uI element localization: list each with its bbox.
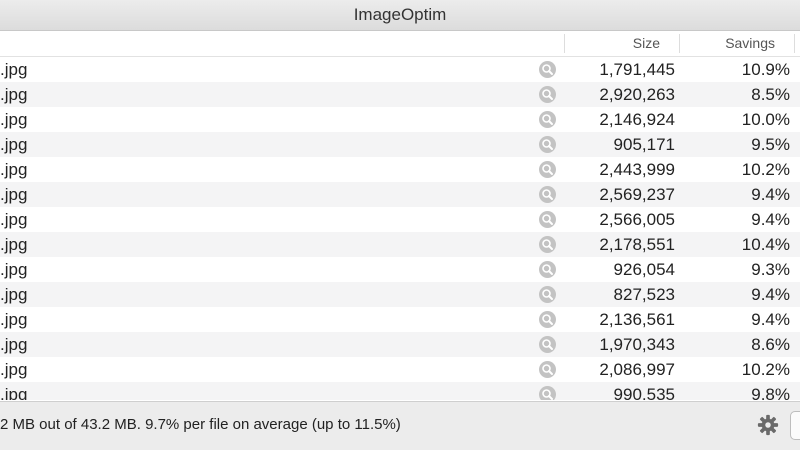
file-size: 2,920,263 xyxy=(599,85,675,104)
partial-button[interactable] xyxy=(790,411,800,440)
file-size: 2,136,561 xyxy=(599,310,675,329)
column-separator xyxy=(564,34,565,53)
table-row[interactable]: .jpg 905,171 9.5% xyxy=(0,132,800,157)
file-name: .jpg xyxy=(0,185,28,204)
magnifier-icon[interactable] xyxy=(539,361,556,378)
file-name: .jpg xyxy=(0,360,28,379)
file-size: 827,523 xyxy=(613,285,675,304)
magnifier-icon[interactable] xyxy=(539,311,556,328)
column-header-savings[interactable]: Savings xyxy=(681,31,775,56)
file-savings: 9.4% xyxy=(751,185,790,204)
file-savings: 10.2% xyxy=(741,360,790,379)
file-name: .jpg xyxy=(0,260,28,279)
magnifier-icon[interactable] xyxy=(539,161,556,178)
magnifier-icon[interactable] xyxy=(539,136,556,153)
file-size: 990,535 xyxy=(613,385,675,400)
file-name: .jpg xyxy=(0,210,28,229)
file-size: 2,086,997 xyxy=(599,360,675,379)
table-row[interactable]: .jpg 1,970,343 8.6% xyxy=(0,332,800,357)
table-row[interactable]: .jpg 2,178,551 10.4% xyxy=(0,232,800,257)
status-bar: 2 MB out of 43.2 MB. 9.7% per file on av… xyxy=(0,401,800,450)
column-separator xyxy=(794,34,795,53)
magnifier-icon[interactable] xyxy=(539,211,556,228)
app-window: ImageOptim Size Savings .jpg 1,791,445 10.… xyxy=(0,0,800,450)
file-size: 2,178,551 xyxy=(599,235,675,254)
table-row[interactable]: .jpg 926,054 9.3% xyxy=(0,257,800,282)
table-row[interactable]: .jpg 827,523 9.4% xyxy=(0,282,800,307)
file-savings: 9.3% xyxy=(751,260,790,279)
table-row[interactable]: .jpg 2,920,263 8.5% xyxy=(0,82,800,107)
file-savings: 9.4% xyxy=(751,310,790,329)
file-savings: 9.5% xyxy=(751,135,790,154)
file-size: 926,054 xyxy=(613,260,675,279)
file-savings: 10.9% xyxy=(741,60,790,79)
file-size: 1,970,343 xyxy=(599,335,675,354)
magnifier-icon[interactable] xyxy=(539,336,556,353)
magnifier-icon[interactable] xyxy=(539,86,556,103)
magnifier-icon[interactable] xyxy=(539,261,556,278)
file-name: .jpg xyxy=(0,110,28,129)
table-row[interactable]: .jpg 2,569,237 9.4% xyxy=(0,182,800,207)
file-name: .jpg xyxy=(0,285,28,304)
magnifier-icon[interactable] xyxy=(539,236,556,253)
magnifier-icon[interactable] xyxy=(539,186,556,203)
file-size: 2,443,999 xyxy=(599,160,675,179)
gear-icon[interactable] xyxy=(757,414,779,436)
file-name: .jpg xyxy=(0,135,28,154)
file-name: .jpg xyxy=(0,385,28,400)
window-title: ImageOptim xyxy=(0,0,800,31)
column-separator xyxy=(679,34,680,53)
file-name: .jpg xyxy=(0,235,28,254)
table-header: Size Savings xyxy=(0,31,800,57)
table-row[interactable]: .jpg 2,566,005 9.4% xyxy=(0,207,800,232)
file-size: 1,791,445 xyxy=(599,60,675,79)
file-name: .jpg xyxy=(0,310,28,329)
magnifier-icon[interactable] xyxy=(539,61,556,78)
table-row[interactable]: .jpg 990,535 9.8% xyxy=(0,382,800,400)
file-savings: 10.2% xyxy=(741,160,790,179)
file-name: .jpg xyxy=(0,160,28,179)
magnifier-icon[interactable] xyxy=(539,111,556,128)
file-savings: 9.4% xyxy=(751,285,790,304)
magnifier-icon[interactable] xyxy=(539,286,556,303)
file-size: 2,146,924 xyxy=(599,110,675,129)
file-list: .jpg 1,791,445 10.9% .jpg 2,920,263 8.5% .jpg 2… xyxy=(0,57,800,400)
file-name: .jpg xyxy=(0,335,28,354)
file-size: 2,569,237 xyxy=(599,185,675,204)
file-savings: 10.4% xyxy=(741,235,790,254)
column-header-size[interactable]: Size xyxy=(566,31,660,56)
table-row[interactable]: .jpg 2,443,999 10.2% xyxy=(0,157,800,182)
table-row[interactable]: .jpg 2,086,997 10.2% xyxy=(0,357,800,382)
table-row[interactable]: .jpg 2,136,561 9.4% xyxy=(0,307,800,332)
table-row[interactable]: .jpg 1,791,445 10.9% xyxy=(0,57,800,82)
file-name: .jpg xyxy=(0,60,28,79)
savings-summary: 2 MB out of 43.2 MB. 9.7% per file on av… xyxy=(0,416,401,433)
file-savings: 9.8% xyxy=(751,385,790,400)
file-savings: 8.5% xyxy=(751,85,790,104)
table-row[interactable]: .jpg 2,146,924 10.0% xyxy=(0,107,800,132)
file-savings: 8.6% xyxy=(751,335,790,354)
file-savings: 10.0% xyxy=(741,110,790,129)
file-name: .jpg xyxy=(0,85,28,104)
file-size: 2,566,005 xyxy=(599,210,675,229)
file-savings: 9.4% xyxy=(751,210,790,229)
file-size: 905,171 xyxy=(613,135,675,154)
magnifier-icon[interactable] xyxy=(539,386,556,400)
